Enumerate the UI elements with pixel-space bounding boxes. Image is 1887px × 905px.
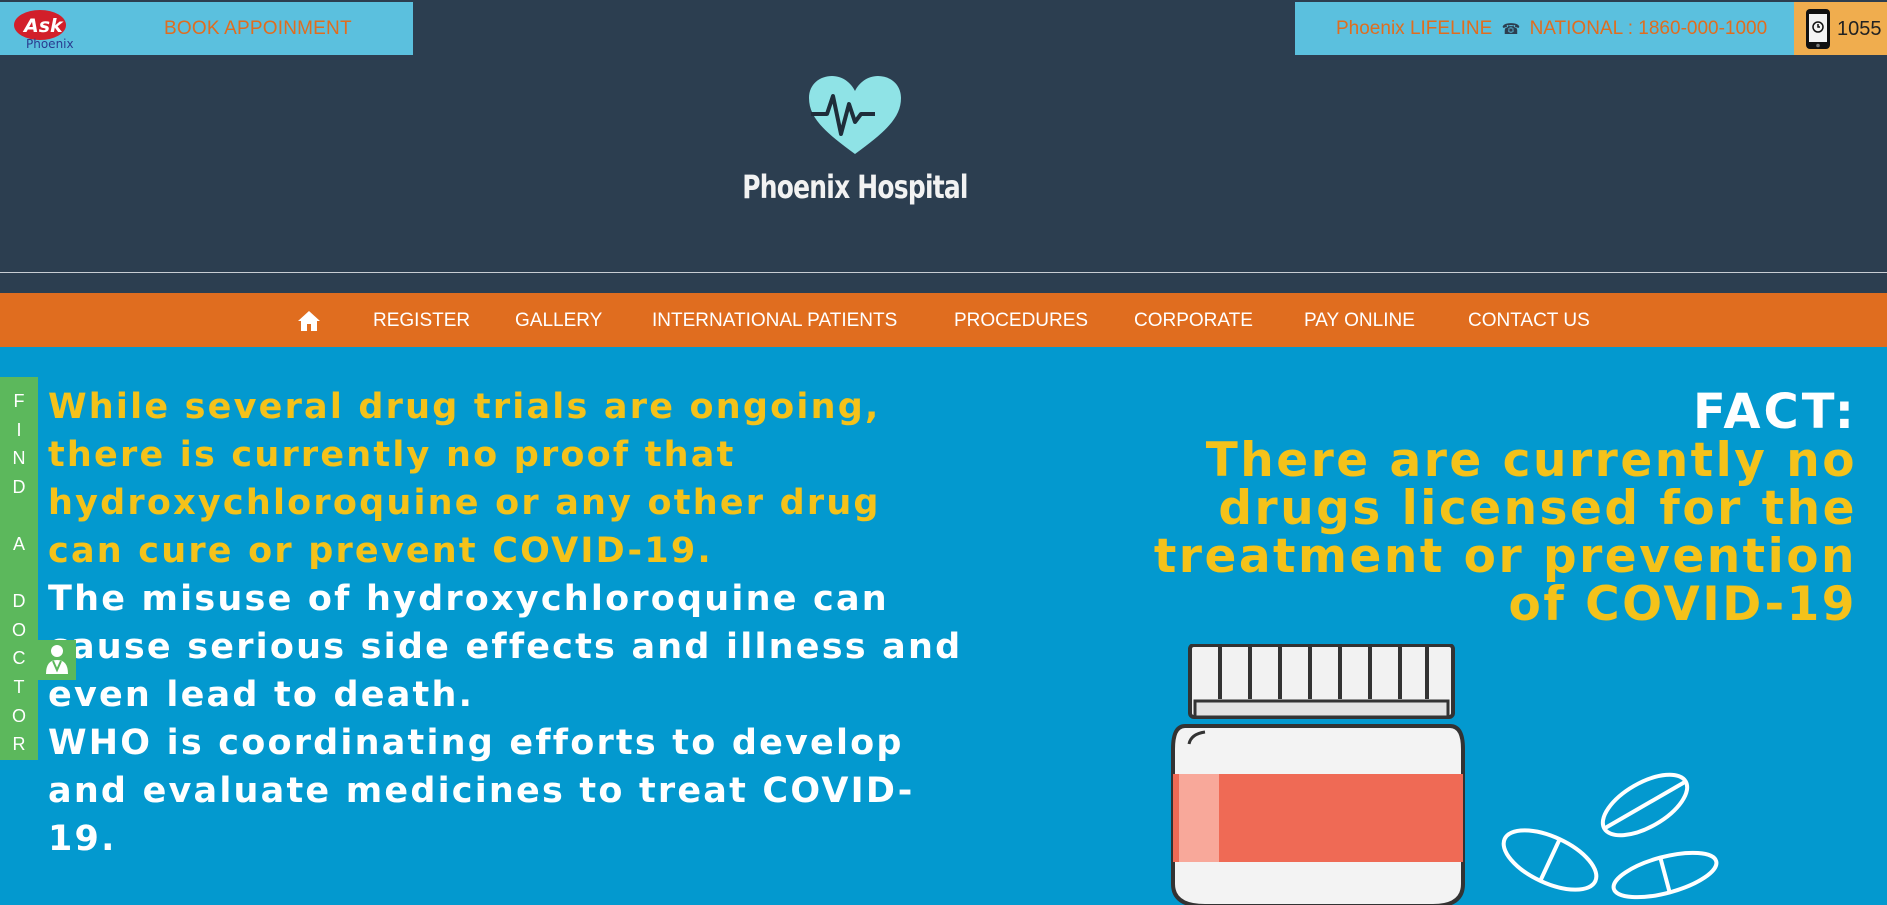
nav-gallery[interactable]: GALLERY bbox=[515, 310, 602, 332]
heartbeat-heart-icon bbox=[809, 76, 901, 154]
medicine-bottle-icon bbox=[1171, 644, 1465, 905]
mobile-number: 1055 bbox=[1837, 18, 1882, 40]
find-doctor-letter: T bbox=[13, 676, 25, 697]
banner-line: The misuse of hydroxychloroquine can bbox=[48, 579, 889, 619]
fact-block: FACT: There are currently no drugs licen… bbox=[957, 387, 1857, 629]
mobile-phone-icon bbox=[1806, 9, 1830, 49]
find-doctor-letter: I bbox=[16, 419, 22, 440]
find-doctor-letter: F bbox=[13, 391, 25, 411]
find-doctor-letter: D bbox=[12, 591, 26, 612]
banner-left-text: While several drug trials are ongoing, t… bbox=[48, 383, 1028, 863]
nav-international-patients[interactable]: INTERNATIONAL PATIENTS bbox=[652, 310, 897, 332]
lifeline-label[interactable]: Phoenix LIFELINE bbox=[1336, 18, 1492, 39]
top-left-bar: Ask Phoenix BOOK APPOINMENT bbox=[0, 2, 413, 55]
banner-line: hydroxychloroquine or any other drug bbox=[48, 483, 881, 523]
banner-line: can cure or prevent COVID-19. bbox=[48, 531, 713, 571]
doctor-icon-tab[interactable] bbox=[38, 640, 76, 680]
nav-contact-us[interactable]: CONTACT US bbox=[1468, 310, 1590, 332]
book-appointment-link[interactable]: BOOK APPOINMENT bbox=[164, 18, 352, 40]
banner-line: and evaluate medicines to treat COVID- bbox=[48, 771, 915, 811]
find-doctor-letter bbox=[0, 501, 38, 530]
find-doctor-letter bbox=[0, 559, 38, 588]
fact-line: There are currently no bbox=[1205, 433, 1857, 488]
covid-fact-banner: While several drug trials are ongoing, t… bbox=[0, 347, 1887, 905]
header-divider bbox=[0, 272, 1887, 273]
find-doctor-letter: N bbox=[12, 448, 26, 469]
doctor-icon bbox=[46, 645, 68, 674]
svg-text:Phoenix: Phoenix bbox=[26, 37, 74, 50]
lifeline-bar: Phoenix LIFELINE ☎ NATIONAL : 1860-000-1… bbox=[1295, 2, 1794, 55]
banner-line: cause serious side effects and illness a… bbox=[48, 627, 963, 667]
pills-icon bbox=[1501, 772, 1719, 900]
banner-line: there is currently no proof that bbox=[48, 435, 736, 475]
home-icon[interactable] bbox=[297, 310, 321, 332]
national-number[interactable]: NATIONAL : 1860-000-1000 bbox=[1530, 18, 1768, 39]
find-doctor-letter: O bbox=[11, 619, 26, 640]
brand-logo[interactable]: Phoenix Hospital bbox=[700, 70, 1010, 220]
main-nav: REGISTER GALLERY INTERNATIONAL PATIENTS … bbox=[0, 293, 1887, 347]
find-doctor-letter: D bbox=[12, 476, 26, 497]
fact-line: treatment or prevention bbox=[1153, 529, 1857, 584]
svg-text:Ask: Ask bbox=[22, 15, 64, 37]
nav-corporate[interactable]: CORPORATE bbox=[1134, 310, 1253, 332]
banner-line: While several drug trials are ongoing, bbox=[48, 387, 881, 427]
find-doctor-letter: C bbox=[12, 648, 26, 669]
nav-register[interactable]: REGISTER bbox=[373, 310, 470, 332]
fact-line: of COVID-19 bbox=[1508, 577, 1857, 632]
find-doctor-letter: R bbox=[12, 734, 26, 755]
banner-line: WHO is coordinating efforts to develop bbox=[48, 723, 904, 763]
banner-line: even lead to death. bbox=[48, 675, 475, 715]
banner-line: 19. bbox=[48, 819, 117, 859]
find-doctor-letter: A bbox=[12, 533, 25, 554]
find-doctor-letter: O bbox=[11, 705, 26, 726]
telephone-icon: ☎ bbox=[1501, 21, 1521, 38]
nav-procedures[interactable]: PROCEDURES bbox=[954, 310, 1088, 332]
ask-phoenix-logo[interactable]: Ask Phoenix bbox=[12, 8, 94, 51]
nav-pay-online[interactable]: PAY ONLINE bbox=[1304, 310, 1415, 332]
find-a-doctor-tab[interactable]: F I N D A D O C T O R bbox=[0, 377, 38, 760]
fact-label: FACT: bbox=[1693, 384, 1857, 440]
brand-name: Phoenix Hospital bbox=[742, 168, 968, 206]
mobile-number-box[interactable]: 1055 bbox=[1794, 2, 1887, 55]
fact-line: drugs licensed for the bbox=[1218, 481, 1857, 536]
